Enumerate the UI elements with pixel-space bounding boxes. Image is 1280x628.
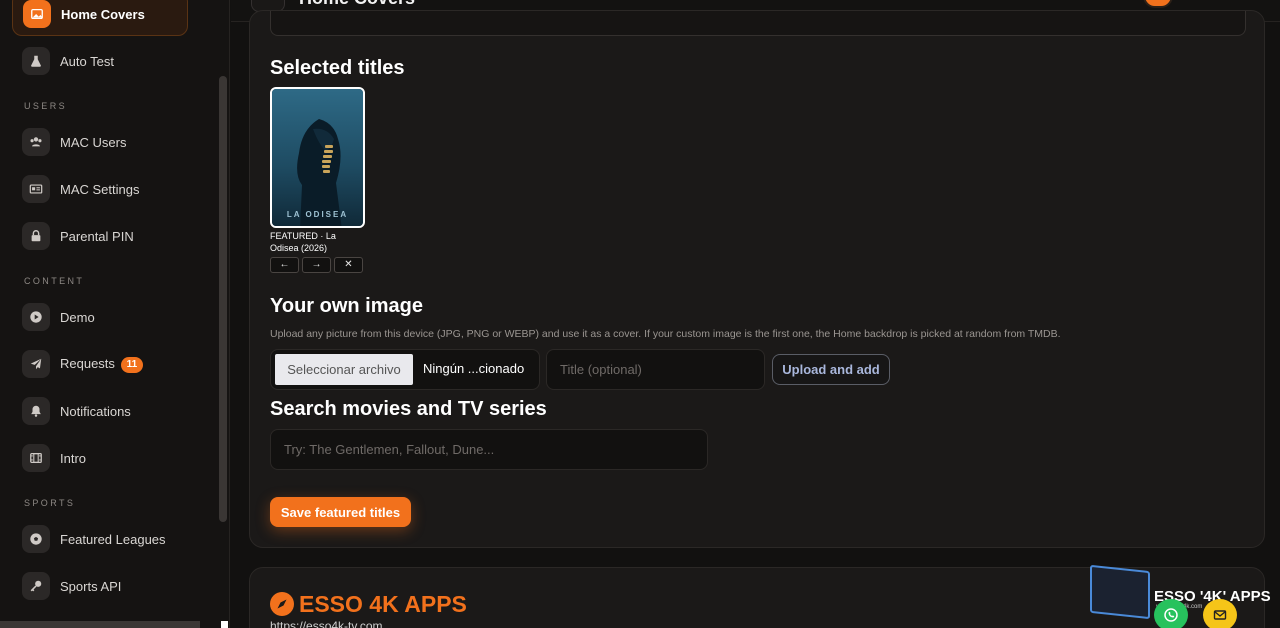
lock-icon bbox=[22, 222, 50, 250]
scroll-corner bbox=[221, 621, 228, 628]
sidebar-item-demo[interactable]: Demo bbox=[12, 295, 188, 339]
sidebar-item-home-covers[interactable]: Home Covers bbox=[12, 0, 188, 36]
brand-name: ESSO 4K APPS bbox=[299, 591, 467, 617]
previous-input-field[interactable] bbox=[270, 11, 1246, 36]
sidebar-scrollbar[interactable] bbox=[219, 76, 227, 522]
sidebar-item-label-text: Requests bbox=[60, 355, 115, 371]
sidebar-item-label: Parental PIN bbox=[60, 228, 134, 244]
own-image-heading: Your own image bbox=[270, 295, 423, 317]
upload-and-add-button[interactable]: Upload and add bbox=[772, 354, 890, 385]
poster-caption: FEATURED · La Odisea (2026) bbox=[270, 231, 336, 253]
sidebar: Home Covers Auto Test USERS MAC Users MA… bbox=[0, 0, 230, 628]
users-icon bbox=[22, 128, 50, 156]
image-title-input[interactable] bbox=[546, 349, 765, 390]
selected-titles-heading: Selected titles bbox=[270, 57, 405, 79]
paper-plane-icon bbox=[22, 350, 50, 378]
selected-title-poster[interactable]: LA ODISEA bbox=[270, 87, 365, 228]
sidebar-item-label: MAC Settings bbox=[60, 181, 140, 197]
file-picker: Seleccionar archivo Ningún ...cionado bbox=[270, 349, 540, 390]
sidebar-item-parental-pin[interactable]: Parental PIN bbox=[12, 214, 188, 258]
search-heading: Search movies and TV series bbox=[270, 398, 547, 420]
sidebar-item-label: Intro bbox=[60, 450, 87, 466]
sidebar-item-auto-test[interactable]: Auto Test bbox=[12, 39, 188, 83]
search-input[interactable] bbox=[270, 429, 708, 470]
sidebar-item-mac-settings[interactable]: MAC Settings bbox=[12, 167, 188, 211]
sidebar-item-label: MAC Users bbox=[60, 134, 127, 150]
selected-file-name: Ningún ...cionado bbox=[423, 361, 525, 376]
choose-file-button[interactable]: Seleccionar archivo bbox=[275, 354, 413, 385]
horizontal-scrollbar[interactable] bbox=[0, 621, 200, 628]
home-covers-card: Selected titles LA ODISEA FEATURED · La … bbox=[249, 10, 1265, 548]
requests-count-badge: 11 bbox=[120, 356, 143, 373]
sidebar-item-label: Auto Test bbox=[60, 53, 114, 69]
sidebar-item-notifications[interactable]: Notifications bbox=[12, 389, 188, 433]
soccer-ball-icon bbox=[22, 525, 50, 553]
section-heading-sports: SPORTS bbox=[24, 498, 76, 508]
sidebar-item-label: Sports API bbox=[60, 578, 122, 594]
bell-icon bbox=[22, 397, 50, 425]
image-icon bbox=[23, 0, 51, 28]
move-right-button[interactable]: → bbox=[302, 257, 331, 273]
sidebar-item-label: Home Covers bbox=[61, 6, 145, 22]
sidebar-item-mac-users[interactable]: MAC Users bbox=[12, 120, 188, 164]
save-featured-titles-button[interactable]: Save featured titles bbox=[270, 497, 411, 527]
film-icon bbox=[22, 444, 50, 472]
sidebar-item-requests[interactable]: Requests 11 bbox=[12, 342, 188, 386]
mail-icon[interactable] bbox=[1203, 599, 1237, 628]
remove-title-button[interactable]: ✕ bbox=[334, 257, 363, 273]
sidebar-item-label: Requests 11 bbox=[60, 356, 143, 373]
key-icon bbox=[22, 572, 50, 600]
play-icon bbox=[22, 303, 50, 331]
whatsapp-icon[interactable] bbox=[1154, 599, 1188, 628]
poster-artwork bbox=[272, 89, 363, 226]
sidebar-item-intro[interactable]: Intro bbox=[12, 436, 188, 480]
tv-screen-icon bbox=[1090, 564, 1150, 620]
sidebar-item-sports-api[interactable]: Sports API bbox=[12, 564, 188, 608]
section-heading-content: CONTENT bbox=[24, 276, 85, 286]
id-card-icon bbox=[22, 175, 50, 203]
brand-url[interactable]: https://esso4k-tv.com bbox=[270, 619, 382, 628]
avatar[interactable] bbox=[1143, 0, 1173, 8]
move-left-button[interactable]: ← bbox=[270, 257, 299, 273]
app-root: Home Covers Auto Test USERS MAC Users MA… bbox=[0, 0, 1280, 628]
watermark: ESSO '4K' APPS www.esso4k.com bbox=[1088, 564, 1280, 628]
flask-icon bbox=[22, 47, 50, 75]
sidebar-item-label: Demo bbox=[60, 309, 95, 325]
poster-title: LA ODISEA bbox=[286, 210, 349, 219]
compass-icon bbox=[270, 592, 294, 616]
sidebar-item-featured-leagues[interactable]: Featured Leagues bbox=[12, 517, 188, 561]
page-title: Home Covers bbox=[299, 0, 415, 9]
section-heading-users: USERS bbox=[24, 101, 68, 111]
sidebar-item-label: Notifications bbox=[60, 403, 131, 419]
own-image-description: Upload any picture from this device (JPG… bbox=[270, 328, 1061, 340]
sidebar-item-label: Featured Leagues bbox=[60, 531, 166, 547]
